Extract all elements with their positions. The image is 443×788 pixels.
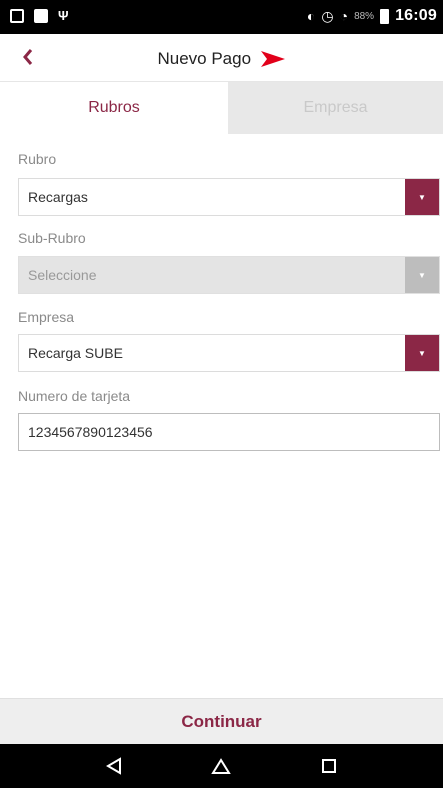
antenna-icon: Ψ: [58, 8, 69, 23]
tab-bar: Rubros Empresa: [0, 82, 443, 134]
page-title: Nuevo Pago: [157, 49, 252, 68]
tarjeta-input[interactable]: [18, 413, 440, 451]
notification-icons: Ψ: [10, 8, 69, 23]
empresa-label: Empresa: [18, 309, 75, 325]
sub-rubro-value: Seleccione: [28, 267, 97, 283]
wifi-icon: ◔: [339, 8, 349, 24]
alarm-icon: ◷: [321, 7, 334, 24]
system-nav-bar: [0, 744, 443, 788]
tarjeta-label: Numero de tarjeta: [18, 388, 131, 404]
dropdown-arrow-icon[interactable]: ▼: [405, 179, 439, 215]
battery-percent: 88%: [354, 10, 375, 22]
triangle-back-icon: [105, 757, 121, 775]
system-icons: ◐ ◷ ◔ 88% 16:09: [307, 7, 437, 25]
sub-rubro-label: Sub-Rubro: [18, 230, 86, 246]
dropdown-arrow-icon[interactable]: ▼: [405, 257, 439, 293]
square-recents-icon: [322, 759, 337, 773]
empresa-value: Recarga SUBE: [28, 345, 123, 361]
rubro-value: Recargas: [28, 189, 88, 205]
home-icon: [211, 758, 232, 774]
recents-nav-button[interactable]: [309, 746, 349, 786]
battery-icon: [380, 8, 390, 24]
brand-logo-icon: [260, 51, 285, 67]
dropdown-arrow-icon[interactable]: ▼: [405, 335, 439, 371]
empresa-select[interactable]: Recarga SUBE ▼: [18, 334, 440, 372]
status-bar: Ψ ◐ ◷ ◔ 88% 16:09: [0, 0, 443, 34]
app-header: Nuevo Pago: [0, 34, 443, 82]
sync-icon: ◐: [306, 8, 316, 24]
home-nav-button[interactable]: [201, 746, 241, 786]
rubro-label: Rubro: [18, 151, 57, 167]
tab-empresa[interactable]: Empresa: [228, 82, 443, 134]
continue-button[interactable]: Continuar: [0, 698, 443, 744]
back-nav-button[interactable]: [94, 746, 134, 786]
rubro-select[interactable]: Recargas ▼: [18, 178, 440, 216]
image-icon: [34, 8, 48, 23]
clock: 16:09: [395, 7, 437, 24]
tab-rubros[interactable]: Rubros: [0, 82, 228, 134]
sub-rubro-select[interactable]: Seleccione ▼: [18, 256, 440, 294]
gallery-icon: [10, 8, 24, 23]
